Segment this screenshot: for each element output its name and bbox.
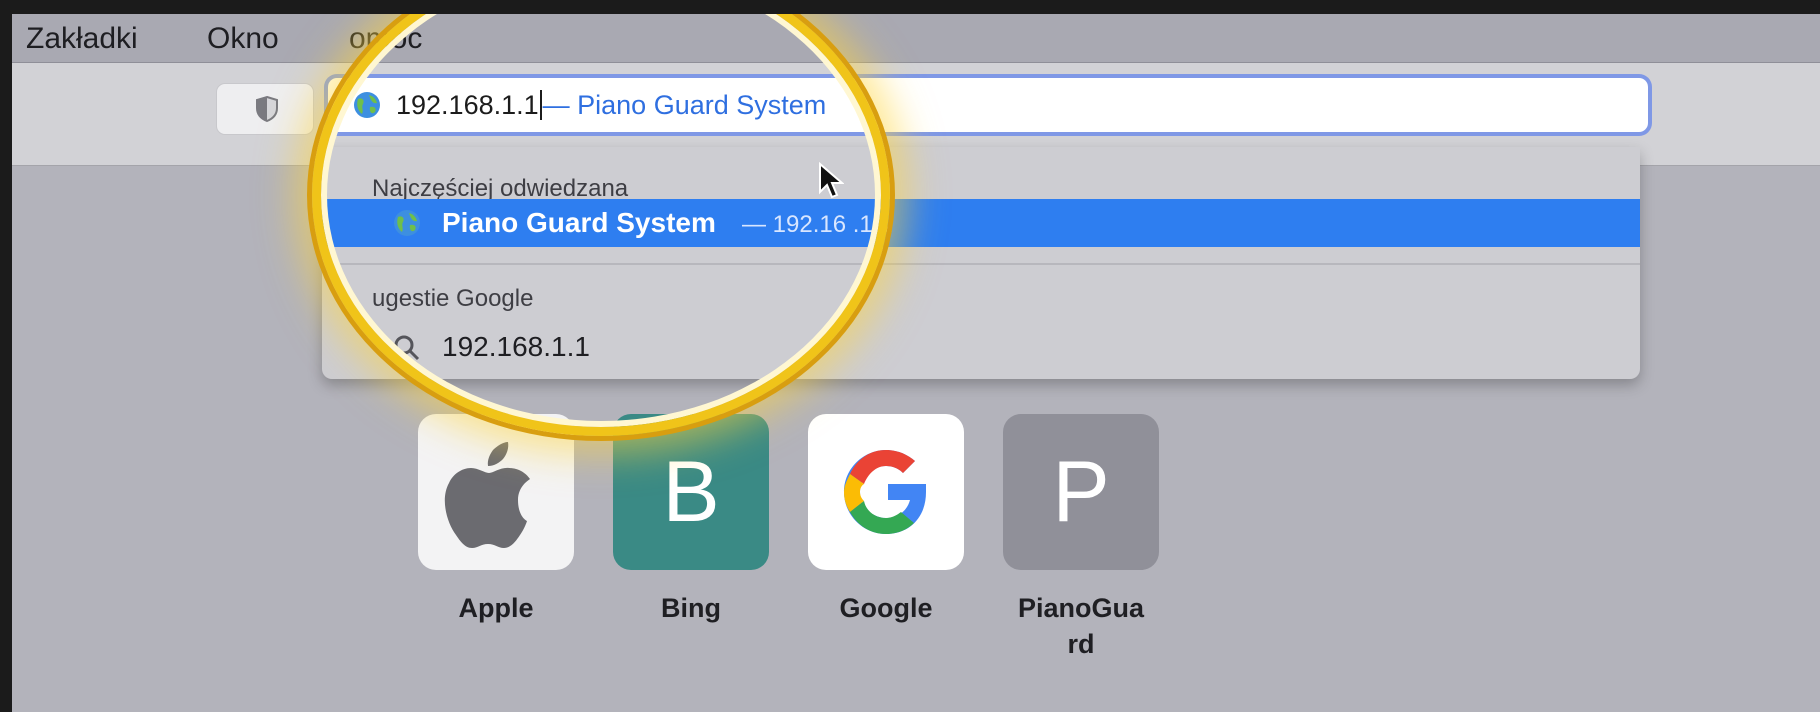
globe-icon	[354, 92, 380, 118]
globe-icon	[394, 210, 420, 236]
favorite-google[interactable]	[808, 414, 964, 570]
search-icon	[394, 335, 420, 361]
favorite-apple[interactable]	[418, 414, 574, 570]
address-suggestions-dropdown: Najczęściej odwiedzana Piano Guard Syste…	[322, 147, 1640, 379]
menu-help[interactable]: omoc	[349, 22, 422, 56]
favorite-bing[interactable]: B	[613, 414, 769, 570]
menu-bar: Zakładki Okno omoc	[12, 14, 1820, 63]
menu-bookmarks[interactable]: Zakładki	[26, 22, 138, 56]
favorite-label-bing: Bing	[661, 593, 721, 623]
apple-logo-icon	[444, 442, 530, 548]
favorite-label-apple: Apple	[458, 593, 534, 623]
suggestion-title: Piano Guard System	[442, 207, 716, 238]
favorite-label-pianoguard: PianoGua rd	[1017, 593, 1145, 659]
address-inline-suggestion: — Piano Guard System	[542, 90, 827, 120]
shield-icon	[256, 95, 278, 123]
address-input[interactable]: 192.168.1.1— Piano Guard System	[396, 90, 826, 121]
privacy-report-button[interactable]	[216, 83, 314, 135]
google-suggestion-text: 192.168.1.1	[442, 331, 590, 362]
safari-window: Zakładki Okno omoc 192.168.1.1— Piano Gu…	[12, 14, 1820, 712]
text-caret	[539, 90, 542, 120]
suggestion-row-piano-guard[interactable]: Piano Guard System — 192.16 .1.1	[322, 199, 1640, 247]
pianoguard-letter: P	[1052, 443, 1110, 540]
address-typed-text: 192.168.1.1	[396, 90, 539, 120]
suggestion-url: — 192.16 .1.1	[742, 211, 893, 238]
favorite-label-google: Google	[839, 593, 933, 623]
address-bar[interactable]: 192.168.1.1— Piano Guard System	[328, 78, 1648, 132]
favorite-pianoguard[interactable]: P	[1003, 414, 1159, 570]
google-logo-icon	[844, 450, 926, 534]
bing-letter: B	[662, 443, 720, 540]
google-suggestions-header: ugestie Google	[372, 285, 534, 312]
section-divider	[322, 263, 1640, 265]
mouse-cursor-icon	[819, 162, 844, 199]
google-suggestion-row[interactable]: 192.168.1.1	[322, 325, 1640, 373]
menu-window[interactable]: Okno	[207, 22, 279, 56]
